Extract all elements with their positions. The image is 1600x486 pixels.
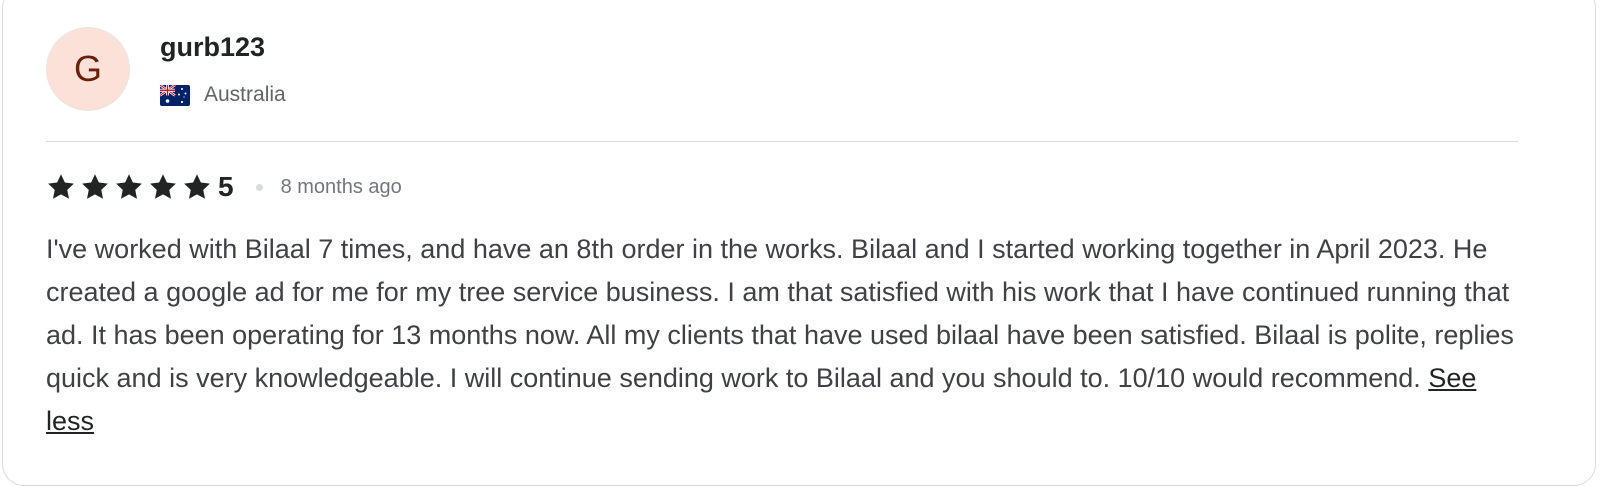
divider	[46, 141, 1518, 142]
rating-row: 5 8 months ago	[46, 170, 402, 204]
review-text: I've worked with Bilaal 7 times, and hav…	[46, 234, 1514, 393]
separator-dot	[255, 183, 263, 191]
reviewer-info: gurb123 Australia	[160, 27, 286, 107]
review-text-block: I've worked with Bilaal 7 times, and hav…	[46, 228, 1526, 443]
avatar[interactable]: G	[46, 27, 130, 111]
star-icon	[184, 174, 210, 199]
reviewer-country: Australia	[204, 83, 286, 106]
star-icon	[150, 174, 176, 199]
star-icon	[48, 174, 74, 199]
star-icon	[116, 174, 142, 199]
review-time: 8 months ago	[280, 175, 402, 198]
reviewer-country-row: Australia	[160, 83, 286, 107]
star-rating	[46, 172, 216, 202]
reviewer-username[interactable]: gurb123	[160, 31, 286, 63]
australia-flag-icon	[160, 84, 190, 106]
avatar-initial: G	[73, 48, 102, 89]
star-icon	[82, 174, 108, 199]
reviewer-header: G gurb123 Australia	[46, 27, 286, 113]
rating-score: 5	[218, 171, 234, 202]
